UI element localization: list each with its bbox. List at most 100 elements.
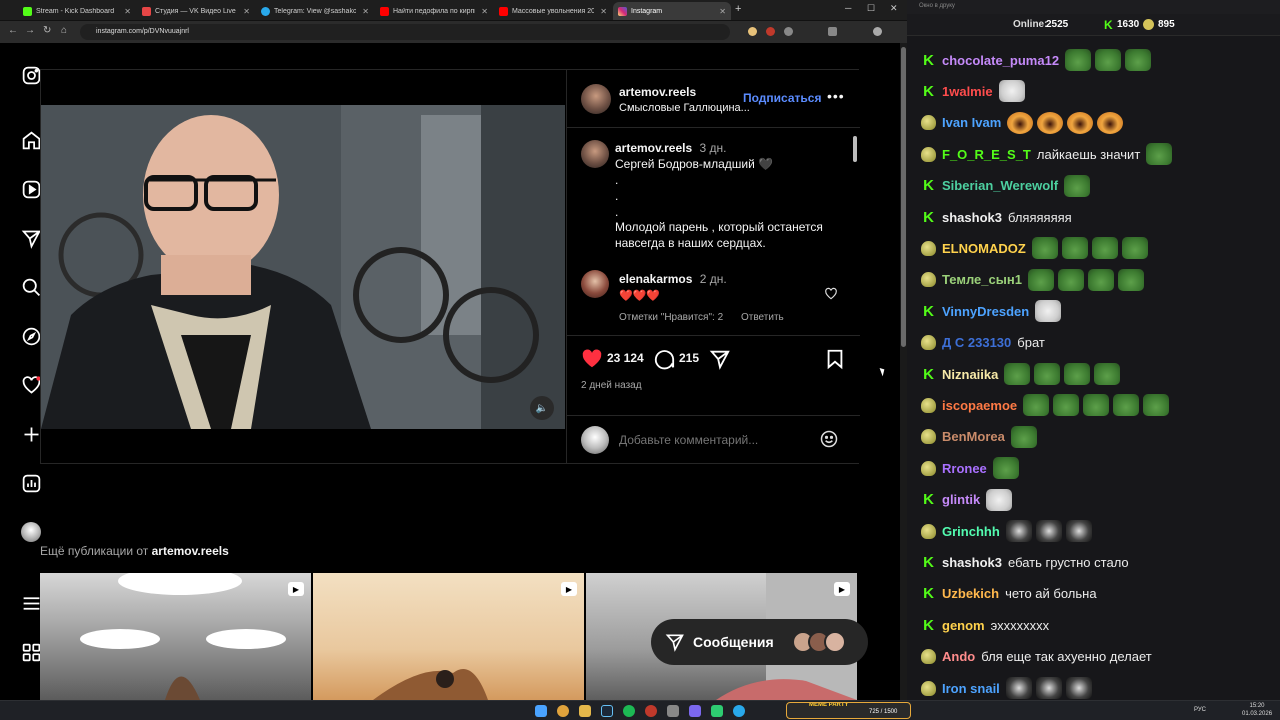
comment-likes-count[interactable]: Отметки "Нравится": 2	[619, 312, 723, 323]
chat-username[interactable]: Uzbekich	[942, 586, 999, 601]
caption-avatar[interactable]	[581, 140, 609, 168]
comments-count[interactable]: 215	[679, 351, 699, 365]
forward-icon[interactable]: →	[25, 25, 35, 36]
search-icon[interactable]	[20, 276, 42, 298]
close-tab-icon[interactable]: ✕	[124, 7, 131, 16]
share-button[interactable]	[709, 348, 731, 375]
caption-author[interactable]: artemov.reels	[615, 141, 692, 155]
close-window-icon[interactable]: ✕	[890, 3, 898, 14]
emoji-icon[interactable]	[819, 429, 839, 454]
clock[interactable]: 15:20 01.03.2026	[1242, 702, 1272, 718]
reels-icon[interactable]	[20, 178, 42, 200]
telegram-icon[interactable]	[733, 705, 745, 717]
tab-kick[interactable]: Stream - Kick Dashboard ✕	[18, 2, 136, 20]
post-date[interactable]: 2 дней назад	[581, 380, 642, 391]
tab-instagram[interactable]: Instagram ✕	[613, 2, 731, 20]
comment-author[interactable]: elenakarmos	[619, 272, 692, 286]
likes-count[interactable]: 23 124	[607, 351, 644, 365]
commenter-avatar[interactable]	[581, 270, 609, 298]
url-input[interactable]: instagram.com/p/DVNvuuajnrl	[80, 24, 730, 40]
profile-avatar[interactable]	[20, 521, 42, 543]
folder-icon[interactable]	[579, 705, 591, 717]
windows-start-icon[interactable]	[535, 705, 547, 717]
chat-username[interactable]: ELNOMADOZ	[942, 241, 1026, 256]
extension-icon[interactable]	[784, 27, 793, 36]
new-tab-button[interactable]: +	[735, 3, 741, 15]
explore-icon[interactable]	[20, 325, 42, 347]
chat-username[interactable]: F_O_R_E_S_T	[942, 147, 1031, 162]
back-icon[interactable]: ←	[8, 25, 18, 36]
chrome-icon[interactable]	[557, 705, 569, 717]
chat-username[interactable]: Iron snail	[942, 681, 1000, 696]
add-comment-input[interactable]	[619, 430, 809, 450]
chat-username[interactable]: Rronee	[942, 461, 987, 476]
extension-icon[interactable]	[748, 27, 757, 36]
maximize-icon[interactable]: ☐	[867, 3, 875, 14]
grid-post[interactable]: ▶	[40, 573, 311, 700]
close-tab-icon[interactable]: ✕	[243, 7, 250, 16]
close-tab-icon[interactable]: ✕	[481, 7, 488, 16]
extension-icon[interactable]	[766, 27, 775, 36]
language-indicator[interactable]: РУС	[1194, 707, 1206, 713]
meme-party-widget[interactable]: MEME PARTY 725 / 1500	[786, 702, 911, 719]
app-icon[interactable]	[711, 705, 723, 717]
chat-username[interactable]: Niznaiika	[942, 367, 998, 382]
follow-button[interactable]: Подписаться	[743, 91, 821, 105]
page-scrollbar[interactable]	[900, 43, 907, 700]
dashboard-icon[interactable]	[20, 472, 42, 494]
chat-username[interactable]: chocolate_puma12	[942, 53, 1059, 68]
also-from-meta-icon[interactable]	[20, 641, 42, 663]
author-subtitle[interactable]: Смысловые Галлюцина...	[619, 102, 750, 114]
chat-username[interactable]: BenMorea	[942, 429, 1005, 444]
comment-button[interactable]	[653, 348, 675, 375]
instagram-logo-icon[interactable]	[20, 64, 42, 86]
close-tab-icon[interactable]: ✕	[362, 7, 369, 16]
tab-vk[interactable]: Студия — VK Видео Live ✕	[137, 2, 255, 20]
close-tab-icon[interactable]: ✕	[719, 7, 726, 16]
post-video[interactable]: 🔈	[41, 70, 565, 463]
tab-youtube-1[interactable]: Найти педофила по кирпичу✕	[375, 2, 493, 20]
author-username[interactable]: artemov.reels	[619, 85, 696, 99]
spotify-icon[interactable]	[623, 705, 635, 717]
tab-youtube-2[interactable]: Массовые увольнения 2026. I✕	[494, 2, 612, 20]
tab-telegram[interactable]: Telegram: View @sashakon ✕	[256, 2, 374, 20]
chat-username[interactable]: Grinchhh	[942, 524, 1000, 539]
chat-username[interactable]: Ando	[942, 649, 975, 664]
app-icon[interactable]	[667, 705, 679, 717]
home-icon[interactable]: ⌂	[61, 25, 67, 36]
home-icon[interactable]	[20, 129, 42, 151]
chat-username[interactable]: genom	[942, 618, 985, 633]
comments-scrollbar[interactable]	[851, 128, 859, 328]
minimize-icon[interactable]: ─	[845, 3, 851, 13]
messages-button[interactable]: Сообщения	[651, 619, 868, 665]
like-button[interactable]	[581, 348, 603, 375]
comment-reply-button[interactable]: Ответить	[741, 312, 784, 323]
grid-post[interactable]: ▶	[313, 573, 584, 700]
chat-username[interactable]: Ivan Ivam	[942, 115, 1001, 130]
chat-username[interactable]: 1walmie	[942, 84, 993, 99]
chat-username[interactable]: shashok3	[942, 555, 1002, 570]
chat-username[interactable]: Темле_сын1	[942, 272, 1022, 287]
profile-icon[interactable]	[873, 27, 882, 36]
chat-username[interactable]: Д С 233130	[942, 335, 1011, 350]
save-button[interactable]	[825, 348, 845, 375]
author-avatar[interactable]	[581, 84, 611, 114]
direct-icon[interactable]	[20, 227, 42, 249]
chat-username[interactable]: shashok3	[942, 210, 1002, 225]
app-icon[interactable]	[645, 705, 657, 717]
more-menu-icon[interactable]	[20, 592, 42, 614]
create-icon[interactable]	[20, 423, 42, 445]
more-options-icon[interactable]: •••	[827, 88, 845, 104]
comment-like-icon[interactable]	[824, 287, 838, 306]
chat-username[interactable]: Siberian_Werewolf	[942, 178, 1058, 193]
steam-icon[interactable]	[601, 705, 613, 717]
app-icon[interactable]	[689, 705, 701, 717]
more-posts-author[interactable]: artemov.reels	[152, 544, 229, 558]
notifications-heart-icon[interactable]	[20, 374, 42, 396]
chat-username[interactable]: VinnyDresden	[942, 304, 1029, 319]
close-tab-icon[interactable]: ✕	[600, 7, 607, 16]
download-icon[interactable]	[828, 27, 837, 36]
chat-username[interactable]: iscopaemoe	[942, 398, 1017, 413]
reload-icon[interactable]: ↻	[43, 25, 51, 36]
chat-username[interactable]: glintik	[942, 492, 980, 507]
